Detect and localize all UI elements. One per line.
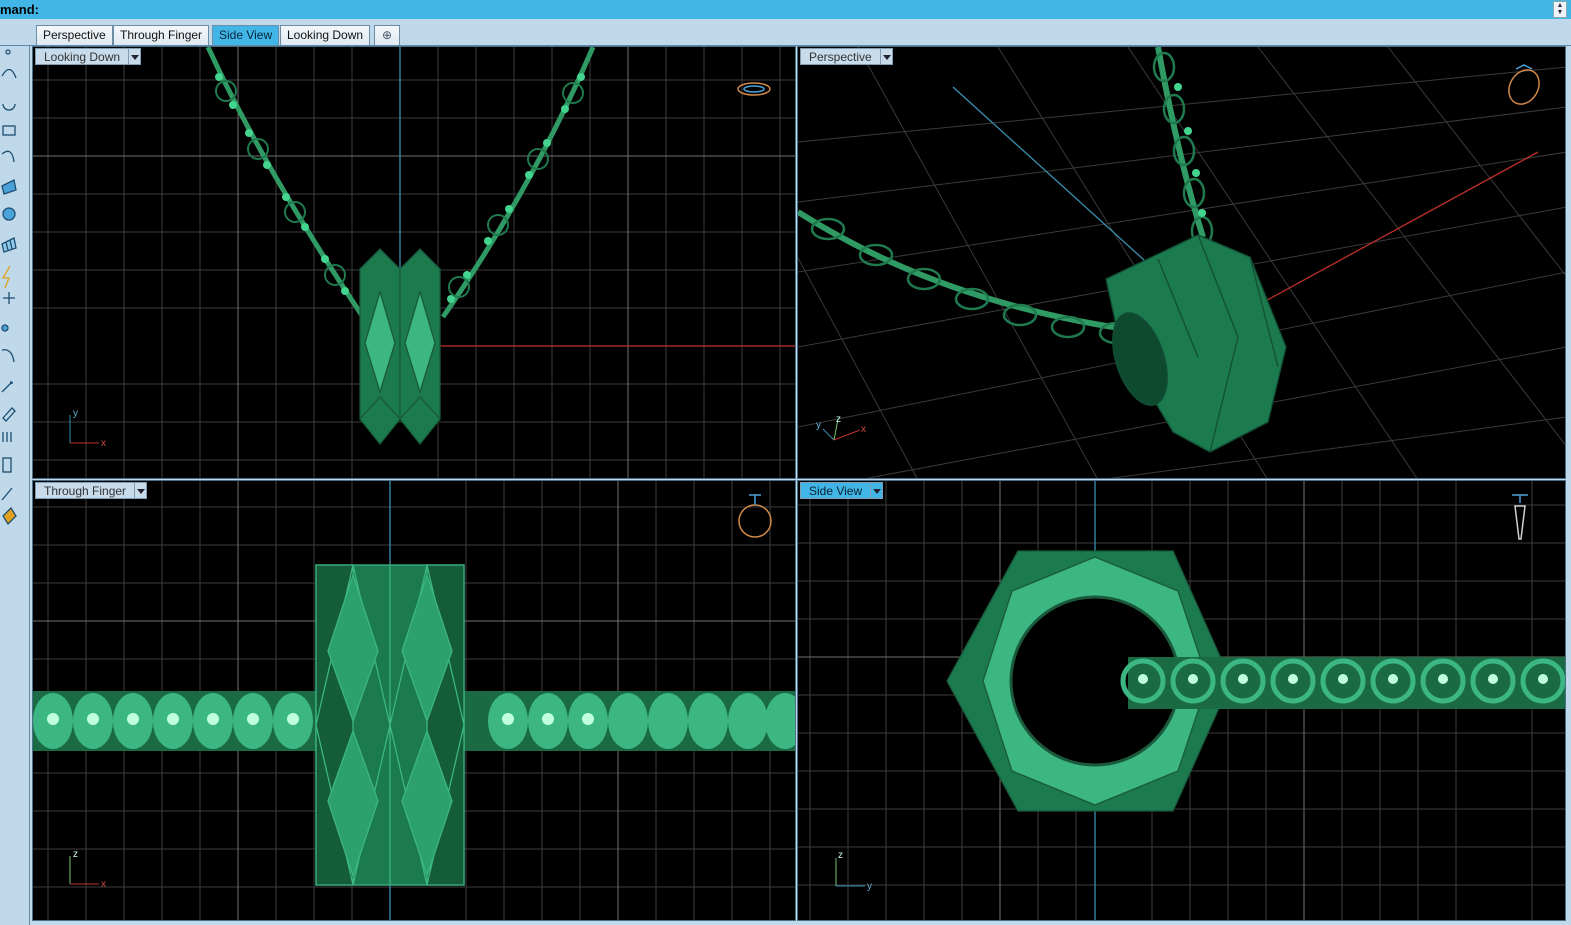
chevron-down-icon[interactable] bbox=[129, 48, 142, 65]
side-view-canvas: z y bbox=[798, 481, 1565, 920]
chevron-down-icon[interactable] bbox=[135, 482, 148, 499]
transform-icon bbox=[1, 381, 13, 393]
viewport-tabs: Perspective Through Finger Side View Loo… bbox=[0, 19, 1571, 46]
boolean-icon bbox=[2, 457, 12, 473]
viewport-label-through-finger[interactable]: Through Finger bbox=[35, 482, 148, 499]
group-icon bbox=[1, 324, 9, 332]
axis-indicator: y x bbox=[69, 408, 106, 449]
viewport-label-side-view[interactable]: Side View bbox=[800, 482, 884, 499]
paint-bucket-icon bbox=[2, 506, 17, 526]
viewport-label-perspective[interactable]: Perspective bbox=[800, 48, 893, 65]
viewport-through-finger[interactable]: z x Through Finger bbox=[32, 480, 796, 921]
svg-text:z: z bbox=[836, 414, 841, 425]
curve-icon bbox=[1, 68, 17, 79]
command-scrollbar[interactable]: ▲ ▼ bbox=[1553, 1, 1567, 18]
surface-icon bbox=[1, 179, 17, 195]
add-tab-button[interactable]: ⊕ bbox=[374, 25, 400, 45]
left-toolbar bbox=[0, 46, 30, 925]
svg-text:y: y bbox=[867, 881, 872, 892]
command-prompt: mand: bbox=[0, 2, 39, 17]
ring-widget-icon bbox=[737, 82, 771, 96]
axis-indicator: z y bbox=[835, 850, 872, 892]
chevron-down-icon[interactable] bbox=[871, 482, 884, 499]
sphere-icon bbox=[2, 207, 16, 221]
rectangle-icon bbox=[2, 125, 16, 136]
ring-widget-icon bbox=[738, 494, 772, 538]
dimension-icon bbox=[3, 292, 15, 304]
ring-widget-icon bbox=[1512, 494, 1528, 540]
perspective-canvas: y z x bbox=[798, 47, 1565, 478]
tab-side-view[interactable]: Side View bbox=[212, 25, 280, 45]
command-bar[interactable]: mand: ▲ ▼ bbox=[0, 0, 1571, 19]
array-icon bbox=[2, 432, 12, 442]
svg-text:y: y bbox=[73, 408, 78, 419]
tab-looking-down[interactable]: Looking Down bbox=[280, 25, 371, 45]
svg-text:x: x bbox=[861, 424, 866, 435]
svg-text:x: x bbox=[101, 438, 106, 449]
svg-text:z: z bbox=[73, 849, 78, 860]
svg-text:z: z bbox=[838, 850, 843, 861]
pen-icon bbox=[1, 487, 13, 501]
viewport-perspective[interactable]: y z x Perspective bbox=[797, 46, 1566, 479]
axis-indicator: z x bbox=[69, 849, 106, 890]
viewport-looking-down[interactable]: y x Looking Down bbox=[32, 46, 796, 479]
arc-icon bbox=[1, 150, 15, 163]
viewport-label-looking-down[interactable]: Looking Down bbox=[35, 48, 142, 65]
svg-text:x: x bbox=[101, 879, 106, 890]
fillet-icon bbox=[1, 349, 15, 363]
through-finger-canvas: z x bbox=[33, 481, 795, 920]
lightning-icon bbox=[1, 265, 11, 289]
plus-icon: ⊕ bbox=[381, 28, 393, 42]
ruler-icon bbox=[2, 407, 16, 422]
chevron-down-icon[interactable] bbox=[880, 48, 893, 65]
point-icon bbox=[5, 49, 11, 55]
looking-down-canvas: y x bbox=[33, 47, 795, 478]
mesh-icon bbox=[1, 237, 17, 253]
svg-text:y: y bbox=[816, 420, 821, 431]
viewport-side-view[interactable]: z y Side View bbox=[797, 480, 1566, 921]
tab-perspective[interactable]: Perspective bbox=[36, 25, 113, 45]
circle-icon bbox=[2, 103, 16, 111]
tab-through-finger[interactable]: Through Finger bbox=[113, 25, 210, 45]
